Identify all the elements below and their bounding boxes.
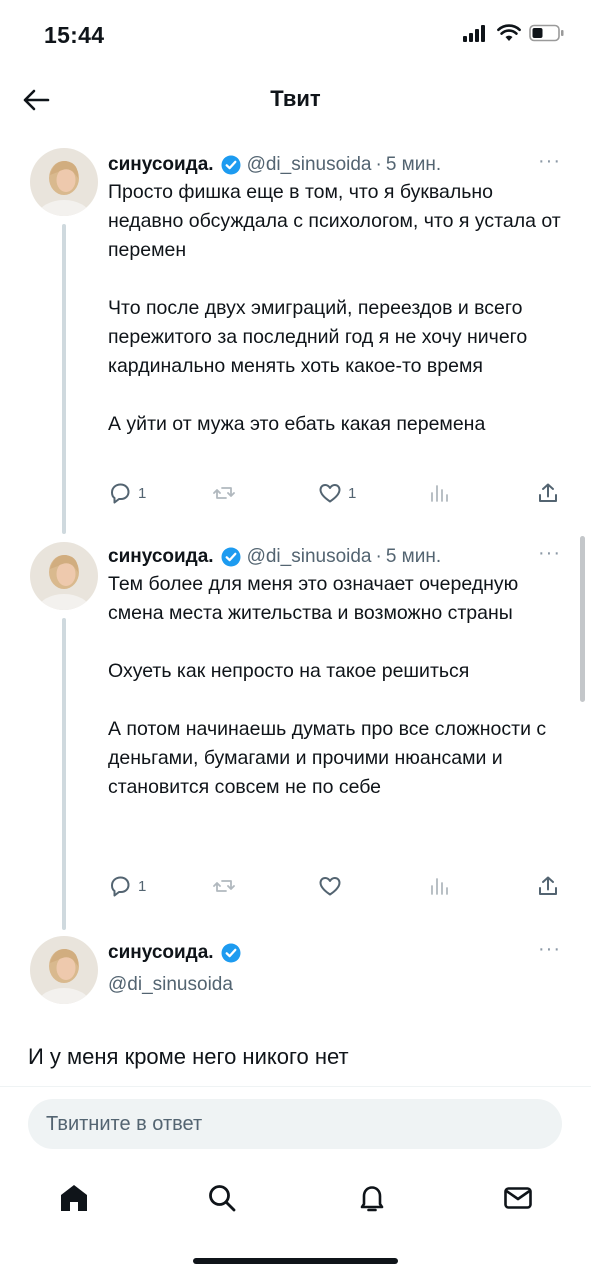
tweet-paragraph: Что после двух эмиграций, переездов и вс… (108, 297, 528, 377)
tweet-text: Просто фишка еще в том, что я буквально … (108, 178, 568, 439)
tab-home[interactable] (54, 1178, 94, 1218)
focused-tweet[interactable]: синусоида. @di_sinusoida ··· И у меня кр… (0, 936, 591, 1086)
share-button[interactable] (536, 481, 560, 505)
status-bar: 15:44 (0, 0, 591, 70)
tab-bar (0, 1168, 591, 1228)
tweet-paragraph: А уйти от мужа это ебать какая перемена (108, 413, 486, 435)
wifi-icon (497, 24, 521, 41)
views-button[interactable] (426, 481, 450, 505)
retweet-button[interactable] (212, 874, 236, 898)
verified-badge-icon (221, 547, 241, 567)
reply-placeholder: Твитните в ответ (46, 1113, 203, 1135)
tweet-header: синусоида. @di_sinusoida · 5 мин. (108, 154, 441, 176)
tweet-paragraph: Охуеть как непросто на такое решиться (108, 660, 470, 682)
share-icon (539, 876, 557, 895)
retweet-icon (213, 487, 235, 499)
retweet-button[interactable] (212, 481, 236, 505)
reply-icon (111, 876, 130, 897)
avatar[interactable] (30, 936, 98, 1004)
thread-line (62, 618, 66, 930)
tweet-actions: 1 1 (108, 481, 564, 507)
tweet-header: синусоида. @di_sinusoida · 5 мин. (108, 546, 441, 568)
retweet-icon (213, 880, 235, 892)
scrollbar[interactable] (580, 536, 585, 702)
search-icon (209, 1185, 236, 1212)
status-icons (463, 24, 565, 42)
tab-search[interactable] (202, 1178, 242, 1218)
author-name[interactable]: синусоида. (108, 942, 214, 964)
share-button[interactable] (536, 874, 560, 898)
nav-bar: Твит (0, 70, 591, 130)
timestamp[interactable]: 5 мин. (386, 154, 441, 176)
like-button[interactable] (318, 874, 342, 898)
tab-notifications[interactable] (352, 1178, 392, 1218)
reply-count: 1 (138, 877, 147, 895)
tweet-actions: 1 (108, 874, 564, 900)
battery-icon (529, 24, 564, 42)
tweet-paragraph: Тем более для меня это означает очередну… (108, 573, 519, 624)
author-handle[interactable]: @di_sinusoida (247, 546, 372, 568)
separator-dot: · (375, 154, 382, 175)
tweet-text: Тем более для меня это означает очередну… (108, 570, 568, 802)
separator-dot: · (375, 546, 382, 567)
heart-icon (319, 484, 341, 503)
tweet[interactable]: синусоида. @di_sinusoida · 5 мин. ··· Пр… (0, 148, 591, 534)
mail-icon (504, 1187, 532, 1209)
tab-messages[interactable] (498, 1178, 538, 1218)
share-icon (539, 483, 557, 502)
views-button[interactable] (426, 874, 450, 898)
tweet-header: синусоида. (108, 942, 247, 964)
avatar[interactable] (30, 148, 98, 216)
thread-line (62, 224, 66, 534)
like-count: 1 (348, 484, 357, 502)
like-button[interactable]: 1 (318, 481, 356, 505)
tweet-paragraph: А потом начинаешь думать про все сложнос… (108, 718, 547, 798)
avatar[interactable] (30, 542, 98, 610)
signal-icon (463, 25, 485, 42)
author-name[interactable]: синусоида. (108, 154, 214, 176)
home-icon (61, 1185, 87, 1211)
tweet-text: И у меня кроме него никого нет (28, 1044, 349, 1069)
reply-count: 1 (138, 484, 147, 502)
verified-badge-icon (221, 943, 241, 963)
divider (0, 1086, 591, 1087)
more-icon[interactable]: ··· (538, 938, 561, 961)
bell-icon (360, 1186, 384, 1212)
reply-input[interactable]: Твитните в ответ (28, 1099, 562, 1149)
views-icon (431, 485, 448, 502)
more-icon[interactable]: ··· (538, 542, 561, 565)
reply-button[interactable]: 1 (108, 481, 146, 505)
author-name[interactable]: синусоида. (108, 546, 214, 568)
author-handle[interactable]: @di_sinusoida (108, 974, 233, 996)
tweet-paragraph: Просто фишка еще в том, что я буквально … (108, 181, 561, 261)
tweet[interactable]: синусоида. @di_sinusoida · 5 мин. ··· Те… (0, 540, 591, 930)
views-icon (431, 878, 448, 895)
heart-icon (319, 877, 341, 896)
author-handle[interactable]: @di_sinusoida (247, 154, 372, 176)
verified-badge-icon (221, 155, 241, 175)
more-icon[interactable]: ··· (538, 150, 561, 173)
reply-icon (111, 483, 130, 504)
page-title: Твит (270, 86, 321, 111)
timestamp[interactable]: 5 мин. (386, 546, 441, 568)
reply-button[interactable]: 1 (108, 874, 146, 898)
home-indicator (193, 1258, 398, 1264)
status-time: 15:44 (44, 22, 105, 48)
